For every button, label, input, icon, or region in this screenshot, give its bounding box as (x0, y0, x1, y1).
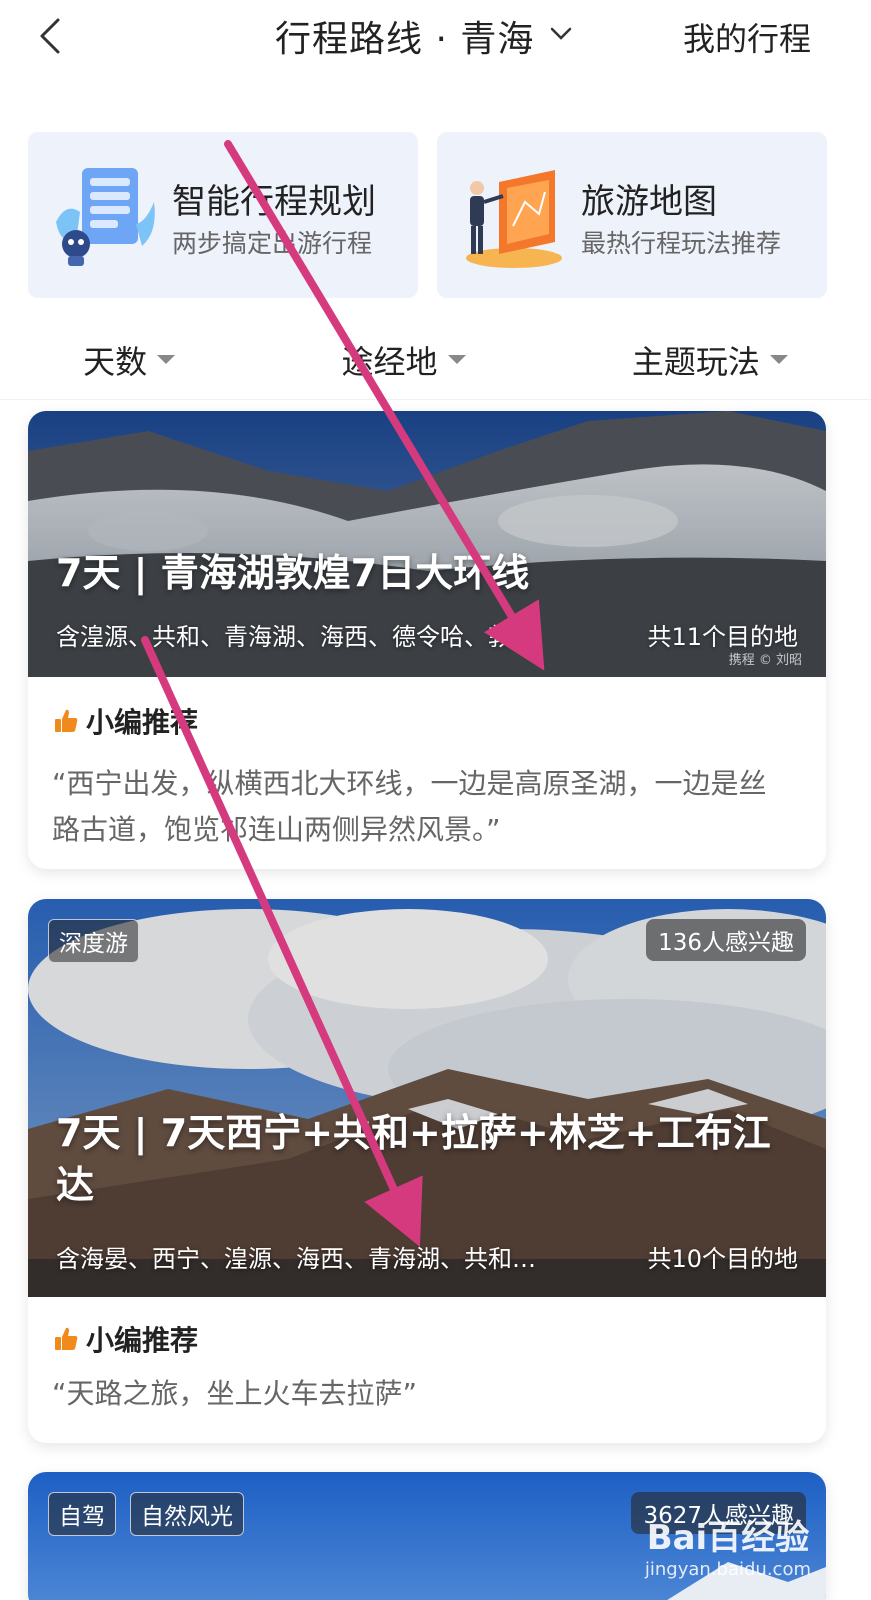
route-card[interactable]: 深度游 136人感兴趣 7天 | 7天西宁+共和+拉萨+林芝+工布江达 含海晏、… (28, 899, 826, 1443)
page-title: 行程路线 · 青海 (275, 19, 535, 60)
filter-theme[interactable]: 主题玩法 (632, 337, 788, 383)
smart-planner-card[interactable]: 智能行程规划 两步搞定出游行程 (28, 132, 418, 298)
route-tag: 自驾 (48, 1492, 116, 1536)
baidu-jingyan-watermark: Bai百经验 jingyan.baidu.com (645, 1510, 811, 1580)
filter-label: 主题玩法 (631, 342, 760, 381)
editor-quote: “天路之旅，坐上火车去拉萨” (52, 1377, 418, 1410)
route-tag: 自然风光 (130, 1492, 244, 1536)
caret-down-icon (769, 355, 788, 364)
interest-count-badge: 136人感兴趣 (646, 919, 806, 961)
rec-label: 小编推荐 (86, 706, 199, 739)
chevron-left-icon (40, 18, 60, 54)
back-button[interactable] (30, 14, 74, 58)
editor-pick-label: 小编推荐 (52, 701, 198, 741)
thumbs-up-icon (55, 709, 78, 732)
travel-map-card[interactable]: 旅游地图 最热行程玩法推荐 (437, 132, 827, 298)
chevron-down-icon (548, 21, 574, 51)
rec-label: 小编推荐 (86, 1324, 199, 1357)
destination-count: 共11个目的地 (647, 623, 798, 651)
robot-planner-icon (56, 168, 155, 266)
feature-subtitle: 最热行程玩法推荐 (581, 229, 782, 258)
route-destinations: 含海晏、西宁、湟源、海西、青海湖、共和… 共10个目的地 (56, 1239, 798, 1274)
caret-down-icon (447, 355, 466, 364)
filter-waypoints[interactable]: 途经地 (341, 337, 466, 383)
top-bar: 行程路线 · 青海 我的行程 (0, 0, 871, 80)
destination-count: 共10个目的地 (647, 1245, 798, 1273)
city-selector[interactable]: 行程路线 · 青海 (275, 12, 574, 60)
route-cover-image: 深度游 136人感兴趣 7天 | 7天西宁+共和+拉萨+林芝+工布江达 含海晏、… (28, 899, 826, 1297)
feature-title: 旅游地图 (581, 182, 717, 222)
route-card[interactable]: 7天 | 青海湖敦煌7日大环线 含湟源、共和、青海湖、海西、德令哈、敦… 共11… (28, 411, 826, 869)
photo-credit: 携程 © 刘昭 (728, 653, 802, 668)
route-destinations: 含湟源、共和、青海湖、海西、德令哈、敦… 共11个目的地 (56, 617, 798, 652)
watermark-logo: Bai百经验 (646, 1518, 810, 1558)
destination-list: 含湟源、共和、青海湖、海西、德令哈、敦… (56, 623, 536, 651)
filter-days[interactable]: 天数 (83, 337, 176, 383)
feature-title: 智能行程规划 (172, 182, 376, 222)
thumbs-up-icon (55, 1327, 78, 1350)
route-title: 7天 | 青海湖敦煌7日大环线 (56, 551, 530, 595)
caret-down-icon (157, 355, 176, 364)
route-cover-image: 7天 | 青海湖敦煌7日大环线 含湟源、共和、青海湖、海西、德令哈、敦… 共11… (28, 411, 826, 677)
destination-list: 含海晏、西宁、湟源、海西、青海湖、共和… (56, 1245, 536, 1273)
watermark-url: jingyan.baidu.com (644, 1559, 811, 1580)
filter-label: 途经地 (341, 342, 438, 381)
route-tag: 深度游 (48, 919, 139, 963)
route-title: 7天 | 7天西宁+共和+拉萨+林芝+工布江达 (56, 1111, 771, 1207)
my-trip-link[interactable]: 我的行程 (683, 14, 811, 60)
travel-map-icon (466, 170, 562, 268)
filter-label: 天数 (83, 342, 148, 381)
feature-subtitle: 两步搞定出游行程 (172, 229, 373, 258)
filter-bar: 天数 途经地 主题玩法 (0, 320, 871, 400)
editor-quote: “西宁出发，纵横西北大环线，一边是高原圣湖，一边是丝路古道，饱览祁连山两侧异然风… (52, 767, 767, 846)
editor-pick-label: 小编推荐 (52, 1319, 198, 1359)
